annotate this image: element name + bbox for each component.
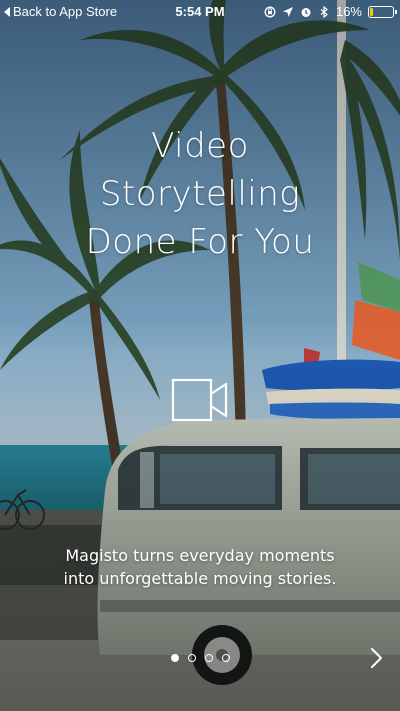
onboarding-headline: Video Storytelling Done For You [0, 122, 400, 266]
headline-line: Done For You [85, 222, 315, 262]
battery-level-fill [370, 7, 373, 16]
onboarding-screen: Back to App Store 5:54 PM 16% Video Stor… [0, 0, 400, 711]
location-arrow-icon [282, 6, 293, 17]
background-photo [0, 0, 400, 711]
tagline-line: Magisto turns everyday moments [65, 546, 335, 565]
page-indicator [0, 654, 400, 662]
status-bar: Back to App Store 5:54 PM 16% [0, 0, 400, 24]
tagline-line: into unforgettable moving stories. [63, 569, 337, 588]
next-page-button[interactable] [364, 645, 390, 671]
page-dot[interactable] [221, 654, 230, 662]
headline-line: Video [151, 126, 249, 166]
page-dot[interactable] [204, 654, 213, 662]
alarm-icon [301, 7, 311, 17]
screen-rotation-lock-icon [264, 6, 276, 17]
battery-icon [368, 5, 397, 18]
video-camera-icon [171, 378, 228, 422]
page-dot[interactable] [170, 654, 179, 662]
bluetooth-icon [320, 5, 328, 18]
page-dot[interactable] [187, 654, 196, 662]
battery-percent: 16% [335, 4, 362, 19]
status-indicators: 16% [264, 4, 397, 19]
onboarding-tagline: Magisto turns everyday moments into unfo… [0, 544, 400, 590]
chevron-right-icon [371, 648, 382, 668]
headline-line: Storytelling [99, 174, 301, 214]
